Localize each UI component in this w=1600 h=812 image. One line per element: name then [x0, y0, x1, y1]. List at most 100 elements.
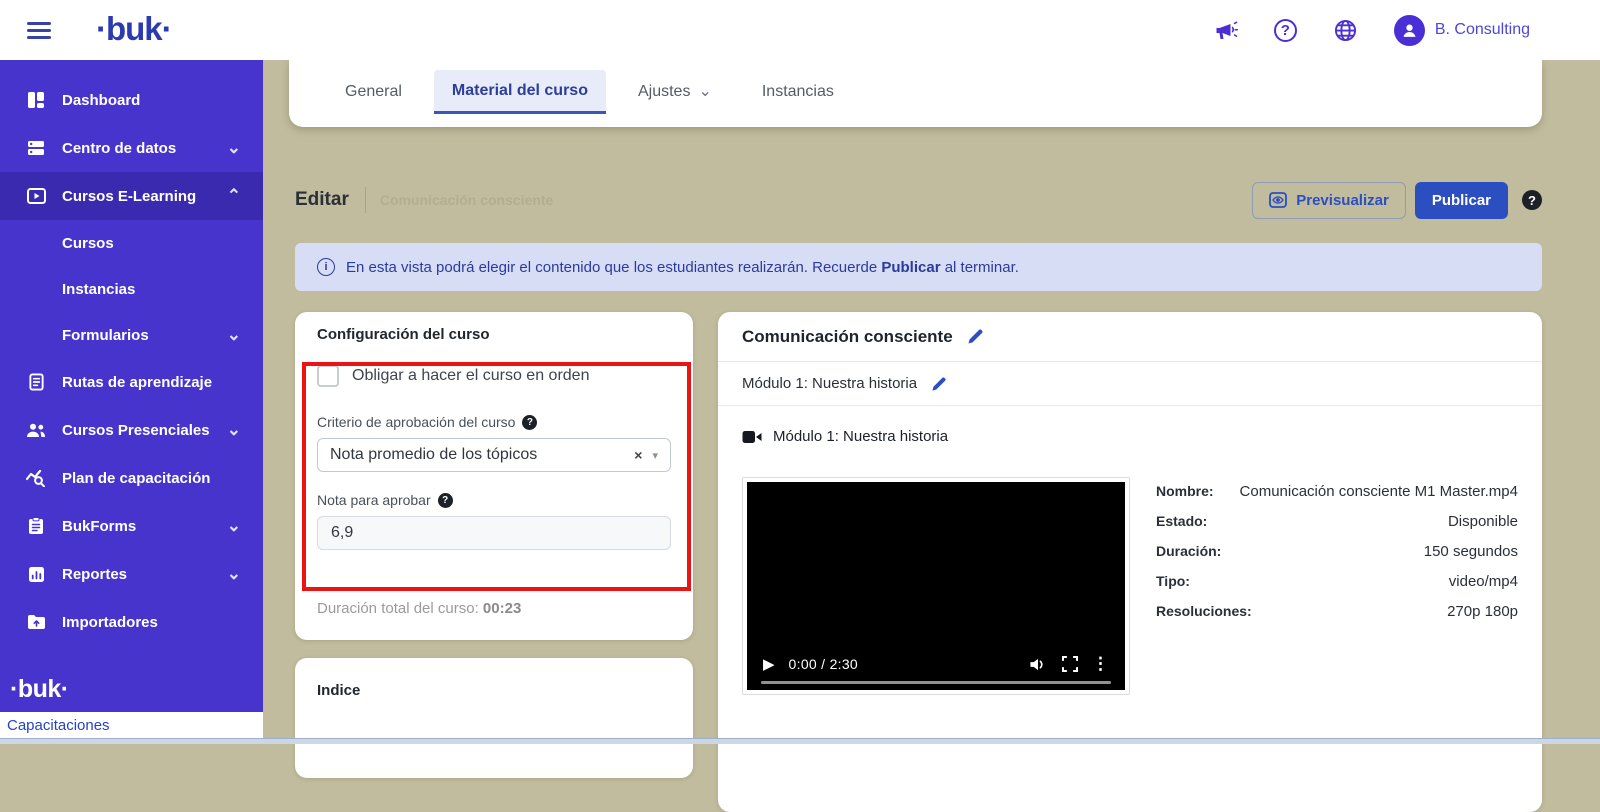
- sidebar-item-formularios[interactable]: Formularios ⌄: [0, 312, 263, 358]
- page-title: Editar: [295, 189, 349, 211]
- divider: [365, 187, 366, 213]
- meta-row: Estado: Disponible: [1156, 513, 1518, 530]
- sidebar-item-bukforms[interactable]: BukForms ⌄: [0, 502, 263, 550]
- more-options-icon[interactable]: ⋮: [1092, 654, 1109, 674]
- sidebar-item-label: Cursos: [62, 235, 114, 252]
- tab-label: Ajustes: [638, 83, 690, 101]
- buk-footer-logo: ·buk·: [0, 675, 263, 712]
- sidebar-item-rutas-de-aprendizaje[interactable]: Rutas de aprendizaje: [0, 358, 263, 406]
- sidebar-item-label: Formularios: [62, 327, 149, 344]
- sidebar-item-cursos[interactable]: Cursos: [0, 220, 263, 266]
- info-icon: i: [317, 258, 335, 276]
- meta-row: Resoluciones: 270p 180p: [1156, 603, 1518, 620]
- chevron-down-icon: ⌄: [698, 88, 711, 96]
- publish-help-icon[interactable]: ?: [1522, 190, 1542, 210]
- sidebar-item-label: Cursos E-Learning: [62, 188, 196, 205]
- index-card-title: Indice: [317, 682, 671, 699]
- meta-value: Disponible: [1448, 513, 1518, 530]
- sidebar-item-label: Rutas de aprendizaje: [62, 374, 212, 391]
- sidebar-footer: Capacitaciones: [0, 712, 263, 738]
- tab-label: General: [345, 83, 402, 101]
- tab-general[interactable]: General: [327, 70, 420, 114]
- capacitaciones-link[interactable]: Capacitaciones: [7, 717, 110, 734]
- importers-icon: [24, 614, 48, 630]
- sidebar-item-importadores[interactable]: Importadores: [0, 598, 263, 646]
- sidebar-item-centro-de-datos[interactable]: Centro de datos ⌄: [0, 124, 263, 172]
- meta-label: Duración:: [1156, 543, 1221, 559]
- sidebar-item-instancias[interactable]: Instancias: [0, 266, 263, 312]
- buk-logo: ·buk·: [96, 10, 172, 48]
- edit-module-title-icon[interactable]: [931, 376, 947, 392]
- clear-icon[interactable]: ×: [634, 447, 642, 463]
- user-name: B. Consulting: [1435, 21, 1530, 39]
- megaphone-icon[interactable]: [1213, 19, 1238, 41]
- chevron-down-icon: ⌄: [227, 569, 241, 579]
- dashboard-icon: [24, 91, 48, 109]
- sidebar-item-cursos-elearning[interactable]: Cursos E-Learning ⌃: [0, 172, 263, 220]
- help-icon[interactable]: ?: [1274, 19, 1297, 42]
- alert-text: En esta vista podrá elegir el contenido …: [346, 259, 1019, 276]
- forms-icon: [24, 517, 48, 535]
- meta-label: Nombre:: [1156, 483, 1214, 499]
- sidebar-item-reportes[interactable]: Reportes ⌄: [0, 550, 263, 598]
- sidebar-item-label: Reportes: [62, 566, 127, 583]
- meta-label: Tipo:: [1156, 573, 1190, 589]
- criteria-select[interactable]: Nota promedio de los tópicos × ▾: [317, 438, 671, 472]
- tab-ajustes[interactable]: Ajustes ⌄: [620, 70, 730, 114]
- alert-bold-text: Publicar: [881, 259, 940, 276]
- fullscreen-icon[interactable]: [1062, 656, 1078, 672]
- info-alert: i En esta vista podrá elegir el contenid…: [295, 243, 1542, 291]
- meta-row: Nombre: Comunicación consciente M1 Maste…: [1156, 483, 1518, 500]
- sidebar-item-label: BukForms: [62, 518, 136, 535]
- elearning-icon: [24, 188, 48, 204]
- video-player[interactable]: ▶ 0:00 / 2:30 ⋮: [742, 477, 1130, 695]
- sidebar-item-label: Plan de capacitación: [62, 470, 210, 487]
- course-content-card: Comunicación consciente Módulo 1: Nuestr…: [718, 312, 1542, 812]
- grade-label: Nota para aprobar: [317, 492, 431, 508]
- publish-button[interactable]: Publicar: [1415, 182, 1508, 219]
- sidebar-item-label: Dashboard: [62, 92, 140, 109]
- meta-value: 270p 180p: [1447, 603, 1518, 620]
- module-title: Módulo 1: Nuestra historia: [742, 375, 917, 392]
- volume-icon[interactable]: [1028, 656, 1048, 673]
- sidebar: Dashboard Centro de datos ⌄ Cursos E-Lea…: [0, 60, 263, 712]
- total-duration: Duración total del curso: 00:23: [317, 600, 671, 617]
- chevron-down-icon: ⌄: [227, 143, 241, 153]
- module-item-label: Módulo 1: Nuestra historia: [773, 428, 948, 445]
- meta-row: Tipo: video/mp4: [1156, 573, 1518, 590]
- meta-label: Estado:: [1156, 513, 1207, 529]
- preview-button[interactable]: Previsualizar: [1252, 182, 1406, 219]
- criteria-select-value: Nota promedio de los tópicos: [330, 446, 537, 464]
- select-caret-icon: ▾: [652, 449, 658, 462]
- play-icon[interactable]: ▶: [763, 655, 775, 673]
- grade-help-icon[interactable]: ?: [438, 493, 453, 508]
- course-title: Comunicación consciente: [742, 327, 953, 347]
- sidebar-item-label: Cursos Presenciales: [62, 422, 210, 439]
- video-progress-bar[interactable]: [761, 681, 1111, 684]
- globe-icon[interactable]: [1333, 18, 1358, 43]
- chevron-up-icon: ⌃: [227, 191, 241, 201]
- criteria-help-icon[interactable]: ?: [522, 415, 537, 430]
- sidebar-item-dashboard[interactable]: Dashboard: [0, 76, 263, 124]
- meta-value: video/mp4: [1449, 573, 1518, 590]
- sidebar-item-label: Instancias: [62, 281, 135, 298]
- data-center-icon: [24, 139, 48, 157]
- breadcrumb: Comunicación consciente: [380, 192, 553, 208]
- sidebar-item-plan-de-capacitacion[interactable]: Plan de capacitación: [0, 454, 263, 502]
- user-menu[interactable]: B. Consulting: [1394, 15, 1530, 46]
- meta-row: Duración: 150 segundos: [1156, 543, 1518, 560]
- grade-input[interactable]: [317, 516, 671, 550]
- tab-material-del-curso[interactable]: Material del curso: [434, 70, 606, 114]
- tab-instancias[interactable]: Instancias: [744, 70, 852, 114]
- criteria-label: Criterio de aprobación del curso: [317, 414, 515, 430]
- video-time: 0:00 / 2:30: [789, 656, 858, 672]
- edit-course-title-icon[interactable]: [967, 328, 984, 345]
- video-metadata: Nombre: Comunicación consciente M1 Maste…: [1156, 477, 1518, 695]
- topbar: ·buk· ? B. Consulting: [0, 0, 1600, 60]
- meta-label: Resoluciones:: [1156, 603, 1252, 619]
- sidebar-item-cursos-presenciales[interactable]: Cursos Presenciales ⌄: [0, 406, 263, 454]
- training-plan-icon: [24, 469, 48, 487]
- menu-icon[interactable]: [27, 22, 51, 39]
- order-checkbox[interactable]: [317, 365, 339, 387]
- reports-icon: [24, 566, 48, 583]
